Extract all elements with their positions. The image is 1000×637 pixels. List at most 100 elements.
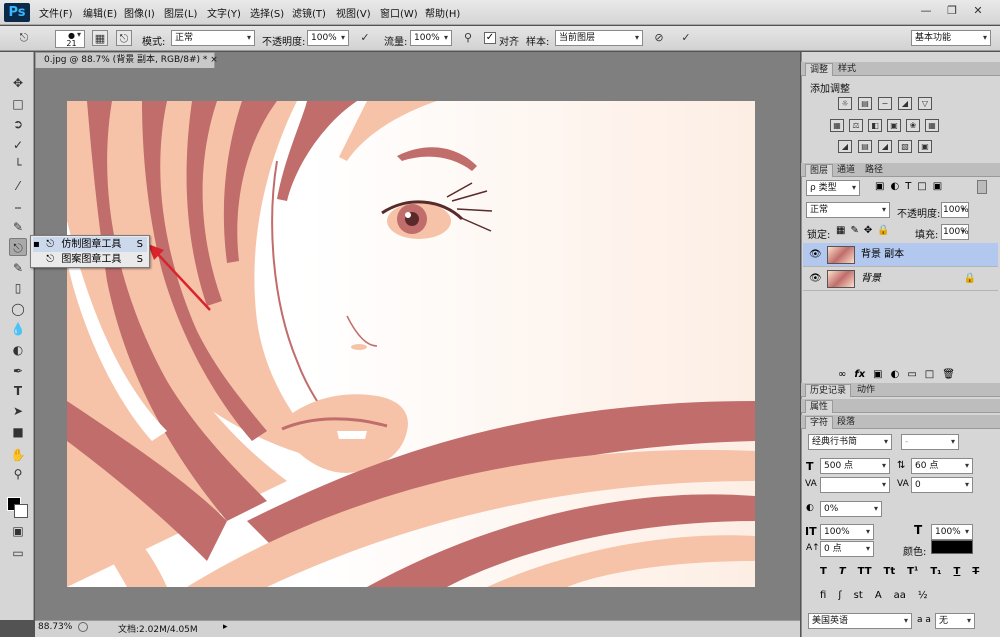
pressure-opacity-icon[interactable]: ✓: [357, 30, 373, 46]
channel-mixer-icon[interactable]: ❀: [906, 119, 920, 132]
gradient-map-icon[interactable]: ▧: [898, 140, 912, 153]
zoom-tool-icon[interactable]: ⚲: [9, 465, 27, 483]
minimize-button[interactable]: —: [914, 2, 938, 20]
faux-bold-icon[interactable]: T: [820, 566, 827, 577]
lock-transparent-icon[interactable]: ▦: [836, 225, 845, 236]
lock-pixels-icon[interactable]: ✎: [850, 225, 858, 236]
antialias-select[interactable]: 无: [935, 613, 975, 629]
tab-adjustments[interactable]: 调整: [805, 63, 834, 76]
smart-filter-icon[interactable]: ▣: [933, 181, 942, 192]
curves-icon[interactable]: ∽: [878, 97, 892, 110]
faux-italic-icon[interactable]: T: [839, 566, 846, 577]
strikethrough-icon[interactable]: T: [972, 566, 979, 577]
layer-kind-filter[interactable]: ρ 类型: [806, 180, 860, 196]
font-size-input[interactable]: 500 点: [820, 458, 890, 474]
underline-icon[interactable]: T: [954, 566, 961, 577]
tab-paragraph[interactable]: 段落: [833, 416, 859, 429]
type-tool-icon[interactable]: T: [9, 382, 27, 400]
tab-properties[interactable]: 属性: [805, 400, 834, 413]
blend-mode-select[interactable]: 正常: [806, 202, 890, 218]
color-balance-icon[interactable]: ⚖: [849, 119, 863, 132]
eye-icon[interactable]: 👁: [809, 267, 822, 291]
layer-name[interactable]: 背景 副本: [861, 243, 904, 267]
flow-input[interactable]: 100%: [410, 30, 452, 46]
language-select[interactable]: 美国英语: [808, 613, 912, 629]
zoom-readout[interactable]: 88.73%: [38, 622, 72, 632]
screen-mode-icon[interactable]: ▭: [9, 544, 27, 562]
subscript-icon[interactable]: T₁: [930, 566, 941, 577]
align-checkbox[interactable]: ✓: [484, 32, 496, 44]
photo-filter-icon[interactable]: ▣: [887, 119, 901, 132]
levels-icon[interactable]: ▤: [858, 97, 872, 110]
status-arrow-icon[interactable]: ▸: [223, 622, 228, 632]
new-adjustment-icon[interactable]: ◐: [891, 369, 900, 380]
document-tab[interactable]: 0.jpg @ 88.7% (背景 副本, RGB/8#) * ×: [35, 52, 218, 68]
flyout-clone-stamp[interactable]: ▪ ⎋ 仿制图章工具 S: [33, 237, 147, 252]
ligature-icon[interactable]: fi: [820, 590, 826, 601]
clone-stamp-tool-icon[interactable]: ⎋: [9, 238, 27, 256]
layer-row[interactable]: 👁 背景 🔒: [803, 267, 998, 291]
clone-source-icon[interactable]: ⎋: [116, 30, 132, 46]
eyedropper-tool-icon[interactable]: ⁄: [9, 177, 27, 195]
menu-type[interactable]: 文字(Y): [207, 5, 241, 20]
add-mask-icon[interactable]: ▣: [873, 369, 882, 380]
tab-styles[interactable]: 样式: [834, 63, 860, 76]
link-layers-icon[interactable]: ∞: [838, 369, 846, 380]
history-brush-tool-icon[interactable]: ✎: [9, 259, 27, 277]
eraser-tool-icon[interactable]: ▯: [9, 279, 27, 297]
tab-channels[interactable]: 通道: [833, 164, 859, 177]
pressure-size-icon[interactable]: ✓: [678, 30, 694, 46]
vibrance-icon[interactable]: ▽: [918, 97, 932, 110]
quick-mask-icon[interactable]: ▣: [9, 522, 27, 540]
tab-actions[interactable]: 动作: [853, 384, 879, 397]
tab-layers[interactable]: 图层: [805, 164, 834, 177]
path-select-tool-icon[interactable]: ➤: [9, 402, 27, 420]
pixel-filter-icon[interactable]: ▣: [875, 181, 884, 192]
new-layer-icon[interactable]: □: [925, 369, 934, 380]
airbrush-icon[interactable]: ⚲: [460, 30, 476, 46]
shape-filter-icon[interactable]: □: [917, 181, 926, 192]
color-lookup-icon[interactable]: ▦: [925, 119, 939, 132]
menu-view[interactable]: 视图(V): [336, 5, 371, 20]
posterize-icon[interactable]: ▤: [858, 140, 872, 153]
menu-image[interactable]: 图像(I): [124, 5, 155, 20]
healing-brush-tool-icon[interactable]: ⎯: [9, 198, 27, 216]
adjustment-filter-icon[interactable]: ◐: [890, 181, 899, 192]
layer-opacity-input[interactable]: 100%: [941, 202, 969, 218]
canvas-image[interactable]: [67, 101, 755, 587]
black-white-icon[interactable]: ◧: [868, 119, 882, 132]
ordinal-icon[interactable]: A: [875, 590, 882, 601]
title-alt-icon[interactable]: aa: [894, 590, 906, 601]
marquee-tool-icon[interactable]: □: [9, 95, 27, 113]
quick-select-tool-icon[interactable]: ✓: [9, 136, 27, 154]
exposure-icon[interactable]: ◢: [898, 97, 912, 110]
status-icon[interactable]: [78, 622, 88, 632]
menu-help[interactable]: 帮助(H): [425, 5, 460, 20]
restore-button[interactable]: ❐: [940, 2, 964, 20]
lock-all-icon[interactable]: 🔒: [877, 225, 889, 236]
horizontal-scale-input[interactable]: 100%: [931, 524, 973, 540]
sample-select[interactable]: 当前图层: [555, 30, 643, 46]
threshold-icon[interactable]: ◢: [878, 140, 892, 153]
fill-input[interactable]: 100%: [941, 224, 969, 240]
close-button[interactable]: ✕: [966, 2, 990, 20]
delete-layer-icon[interactable]: 🗑: [942, 369, 955, 380]
menu-layer[interactable]: 图层(L): [164, 5, 197, 20]
hand-tool-icon[interactable]: ✋: [9, 446, 27, 464]
fraction-icon[interactable]: ½: [918, 590, 928, 601]
dodge-tool-icon[interactable]: ◐: [9, 341, 27, 359]
fx-icon[interactable]: fx: [854, 369, 865, 380]
document-close-icon[interactable]: ×: [210, 55, 218, 65]
workspace-select[interactable]: 基本功能: [911, 30, 991, 46]
lasso-tool-icon[interactable]: ➲: [9, 115, 27, 133]
tab-history[interactable]: 历史记录: [805, 384, 852, 397]
swash-icon[interactable]: ʃ: [838, 590, 841, 601]
text-color-swatch[interactable]: [931, 540, 973, 554]
stylistic-icon[interactable]: st: [854, 590, 863, 601]
clone-stamp-tool-icon[interactable]: ⎋: [16, 30, 32, 46]
rectangle-tool-icon[interactable]: ■: [9, 423, 27, 441]
baseline-input[interactable]: 0 点: [820, 541, 874, 557]
small-caps-icon[interactable]: Tt: [884, 566, 896, 577]
pen-tool-icon[interactable]: ✒: [9, 362, 27, 380]
font-family-select[interactable]: 经典行书简: [808, 434, 892, 450]
